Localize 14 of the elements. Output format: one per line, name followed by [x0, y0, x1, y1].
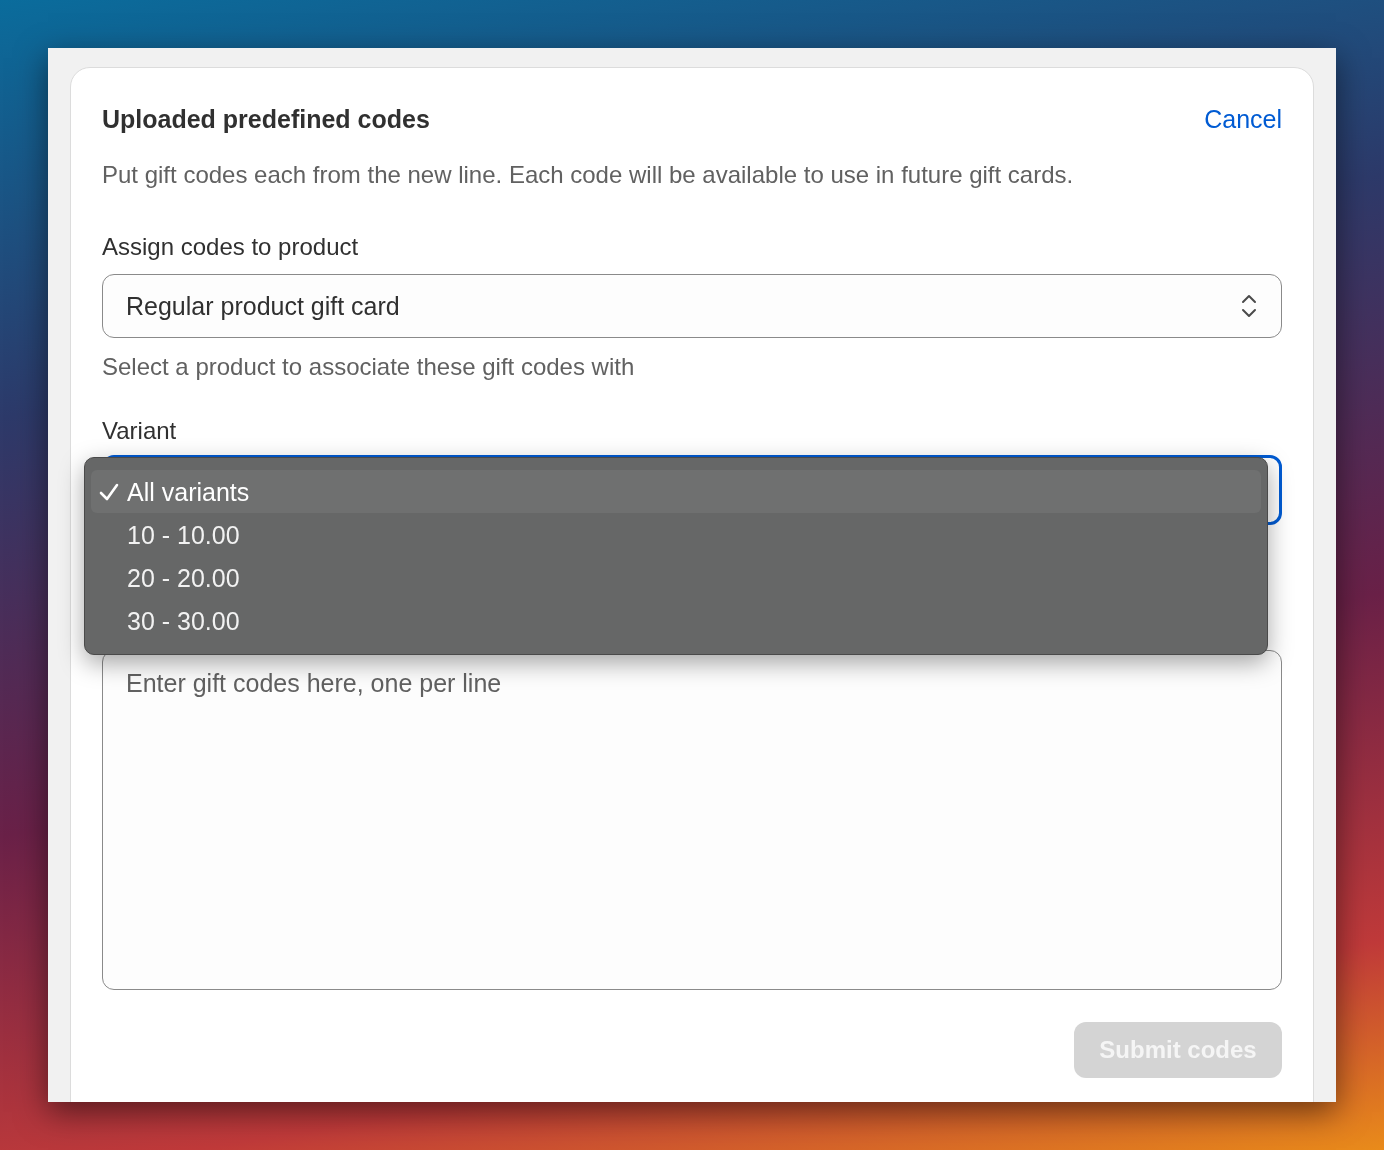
field-label: Assign codes to product: [102, 232, 360, 262]
codes-text-area[interactable]: Enter gift codes here, one per line: [102, 650, 1282, 990]
menu-item[interactable]: 30 - 30.00: [91, 599, 1261, 642]
cancel-link[interactable]: Cancel: [1204, 103, 1282, 135]
help-text: Select a product to associate these gift codes with: [102, 352, 636, 382]
product-select[interactable]: Regular product gift card: [102, 274, 1282, 338]
checkmark-icon: [99, 481, 119, 502]
menu-item[interactable]: All variants: [91, 470, 1261, 513]
menu-item[interactable]: 10 - 10.00: [91, 513, 1261, 556]
field-label: Variant: [102, 416, 178, 446]
menu-item[interactable]: 20 - 20.00: [91, 556, 1261, 599]
description-text: Put gift codes each from the new line. Each code will be available to use in future gift cards.: [102, 160, 1075, 190]
chevron-up-down-icon: [1240, 292, 1258, 320]
card-title: Uploaded predefined codes: [102, 104, 430, 135]
